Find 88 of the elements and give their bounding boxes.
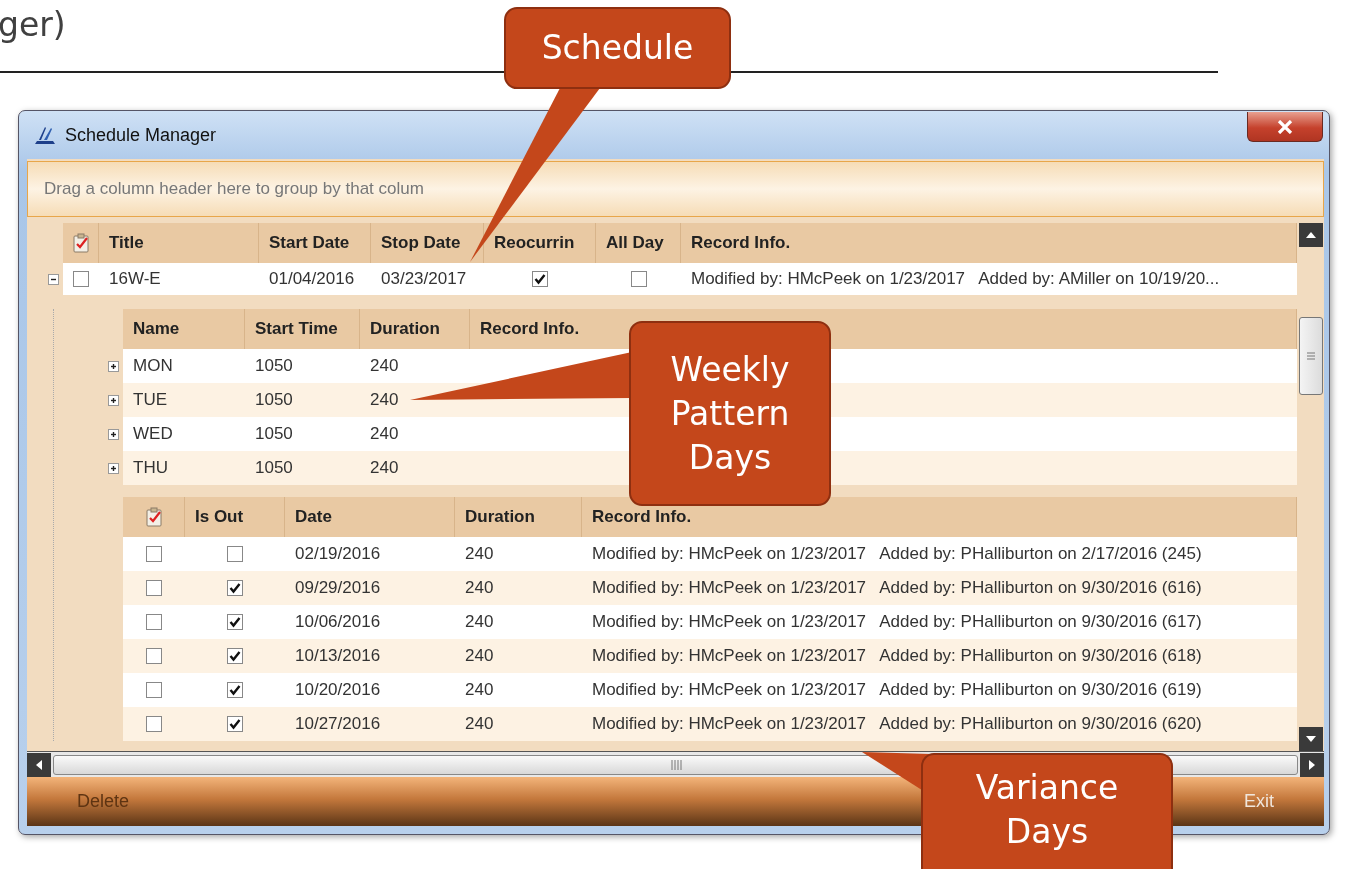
table-cell: 10/27/2016 xyxy=(285,707,455,741)
grip-icon xyxy=(669,758,682,771)
checkbox[interactable] xyxy=(73,271,89,287)
table-cell: 240 xyxy=(360,451,470,485)
column-header[interactable]: Record Info. xyxy=(582,497,1297,537)
table-cell: Modified by: HMcPeek on 1/23/2017 Added by: PHalliburton on 9/30/2016 (619) xyxy=(582,673,1297,707)
table-cell: 16W-E xyxy=(99,263,259,295)
table-cell: 240 xyxy=(455,605,582,639)
collapse-icon[interactable] xyxy=(48,273,59,285)
checkbox[interactable] xyxy=(146,716,162,732)
column-header[interactable]: Date xyxy=(285,497,455,537)
window-title: Schedule Manager xyxy=(65,124,218,146)
grip-icon xyxy=(1305,351,1316,361)
table-cell: Modified by: HMcPeek on 1/23/2017 Added by: PHalliburton on 9/30/2016 (618) xyxy=(582,639,1297,673)
column-header[interactable]: Start Time xyxy=(245,309,360,349)
column-header[interactable]: Duration xyxy=(360,309,470,349)
clipboard-check-icon xyxy=(71,233,90,253)
table-cell: 240 xyxy=(455,639,582,673)
column-header[interactable]: Title xyxy=(99,223,259,263)
column-header[interactable]: Stop Date xyxy=(371,223,484,263)
table-cell: 240 xyxy=(455,571,582,605)
column-header[interactable]: Record Info. xyxy=(681,223,1297,263)
table-cell: THU xyxy=(123,451,245,485)
column-header[interactable]: Start Date xyxy=(259,223,371,263)
column-header[interactable]: Name xyxy=(123,309,245,349)
callout-text: Variance Days xyxy=(974,767,1120,853)
group-panel-hint: Drag a column header here to group by that colum xyxy=(44,179,424,199)
left-arrow-icon xyxy=(35,758,43,771)
up-arrow-icon xyxy=(1304,231,1317,239)
scroll-down-button[interactable] xyxy=(1298,727,1323,751)
checkbox[interactable] xyxy=(227,716,243,732)
checkbox[interactable] xyxy=(146,546,162,562)
callout-text: Schedule xyxy=(541,27,694,69)
table-cell: 02/19/2016 xyxy=(285,537,455,571)
checkbox[interactable] xyxy=(146,580,162,596)
checkbox[interactable] xyxy=(227,546,243,562)
column-header[interactable]: Is Out xyxy=(185,497,285,537)
table-cell: 240 xyxy=(455,707,582,741)
down-arrow-icon xyxy=(1304,735,1317,743)
table-cell: 240 xyxy=(360,417,470,451)
scrollbar-thumb[interactable] xyxy=(1298,317,1323,395)
table-cell: 10/20/2016 xyxy=(285,673,455,707)
table-cell: 1050 xyxy=(245,451,360,485)
table-cell: 09/29/2016 xyxy=(285,571,455,605)
expand-icon[interactable] xyxy=(108,428,119,440)
table-cell: WED xyxy=(123,417,245,451)
checkbox[interactable] xyxy=(630,271,647,287)
expand-icon[interactable] xyxy=(108,462,119,474)
clipboard-check-icon xyxy=(144,507,163,527)
table-cell: Modified by: HMcPeek on 1/23/2017 Added by: PHalliburton on 9/30/2016 (616) xyxy=(582,571,1297,605)
scroll-left-button[interactable] xyxy=(27,752,51,777)
table-cell: TUE xyxy=(123,383,245,417)
slide-title: ger) xyxy=(0,4,66,46)
table-cell: Modified by: HMcPeek on 1/23/2017 Added by: AMiller on 10/19/20... xyxy=(681,263,1297,295)
checkbox[interactable] xyxy=(227,614,243,630)
table-cell: 1050 xyxy=(245,383,360,417)
column-header[interactable]: Reocurrin xyxy=(484,223,596,263)
checkbox[interactable] xyxy=(227,648,243,664)
table-cell: Modified by: HMcPeek on 1/23/2017 Added by: PHalliburton on 2/17/2016 (245) xyxy=(582,537,1297,571)
table-cell: 240 xyxy=(455,673,582,707)
table-cell: 10/06/2016 xyxy=(285,605,455,639)
table-cell: Modified by: HMcPeek on 1/23/2017 Added by: PHalliburton on 9/30/2016 (617) xyxy=(582,605,1297,639)
scroll-right-button[interactable] xyxy=(1300,752,1324,777)
table-cell: 240 xyxy=(360,349,470,383)
right-arrow-icon xyxy=(1308,758,1316,771)
column-header[interactable]: All Day xyxy=(596,223,681,263)
app-icon xyxy=(33,124,57,146)
table-cell: 1050 xyxy=(245,417,360,451)
close-icon xyxy=(1277,119,1293,134)
scroll-up-button[interactable] xyxy=(1298,223,1323,247)
column-header[interactable]: Duration xyxy=(455,497,582,537)
checkbox[interactable] xyxy=(532,271,548,287)
checkbox[interactable] xyxy=(146,614,162,630)
expand-icon[interactable] xyxy=(108,360,119,372)
callout-text: Weekly Pattern Days xyxy=(669,348,791,479)
checkbox[interactable] xyxy=(146,648,162,664)
expand-icon[interactable] xyxy=(108,394,119,406)
checkbox[interactable] xyxy=(227,682,243,698)
table-cell: 240 xyxy=(455,537,582,571)
table-cell: 10/13/2016 xyxy=(285,639,455,673)
checkbox[interactable] xyxy=(227,580,243,596)
close-button[interactable] xyxy=(1247,112,1323,142)
table-cell: 1050 xyxy=(245,349,360,383)
table-cell: 01/04/2016 xyxy=(259,263,371,295)
table-cell: Modified by: HMcPeek on 1/23/2017 Added by: PHalliburton on 9/30/2016 (620) xyxy=(582,707,1297,741)
table-cell: MON xyxy=(123,349,245,383)
checkbox[interactable] xyxy=(146,682,162,698)
table-cell: 03/23/2017 xyxy=(371,263,484,295)
